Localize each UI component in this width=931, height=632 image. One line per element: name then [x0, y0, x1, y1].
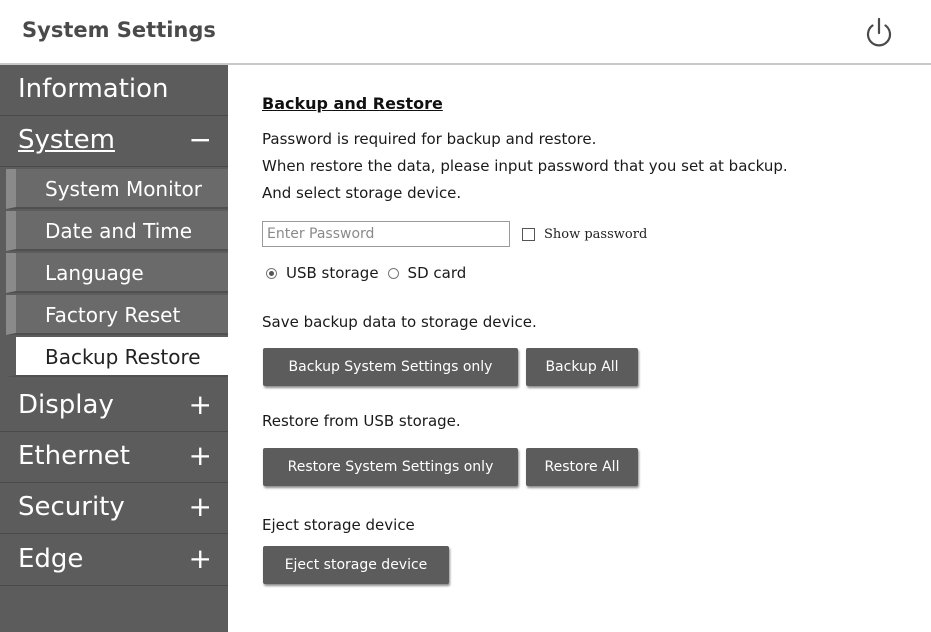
sd-card-label: SD card: [407, 264, 467, 282]
backup-all-button[interactable]: Backup All: [526, 348, 638, 386]
expand-icon: +: [188, 388, 212, 421]
description-line-2: When restore the data, please input pass…: [262, 157, 788, 175]
sd-card-radio[interactable]: SD card: [387, 264, 467, 282]
save-backup-label: Save backup data to storage device.: [262, 313, 537, 331]
usb-storage-label: USB storage: [286, 264, 379, 282]
power-icon[interactable]: [861, 16, 897, 52]
sidebar-item-security[interactable]: Security +: [0, 483, 228, 534]
sidebar-item-ethernet[interactable]: Ethernet +: [0, 432, 228, 483]
show-password-checkbox[interactable]: [522, 228, 535, 241]
sidebar-subitem-system-monitor[interactable]: System Monitor: [6, 169, 228, 209]
sidebar-item-system[interactable]: System −: [0, 116, 228, 167]
sidebar-subitem-language[interactable]: Language: [6, 253, 228, 293]
show-password-label: Show password: [544, 227, 648, 242]
sidebar-subitem-date-and-time[interactable]: Date and Time: [6, 211, 228, 251]
eject-storage-button[interactable]: Eject storage device: [263, 546, 449, 584]
section-title: Backup and Restore: [262, 94, 443, 113]
radio-checked-icon: [266, 267, 277, 279]
page-title: System Settings: [22, 18, 216, 42]
sidebar-item-edge[interactable]: Edge +: [0, 535, 228, 586]
restore-system-settings-button[interactable]: Restore System Settings only: [263, 448, 518, 486]
expand-icon: +: [188, 439, 212, 472]
expand-icon: +: [188, 542, 212, 575]
description-line-1: Password is required for backup and rest…: [262, 130, 597, 148]
sidebar-item-information[interactable]: Information: [0, 65, 228, 116]
sidebar-subitem-label: Date and Time: [45, 219, 193, 243]
sidebar-subitem-label: Language: [45, 261, 144, 285]
app-header: System Settings: [0, 0, 931, 65]
radio-unchecked-icon: [387, 267, 399, 279]
sidebar-item-display[interactable]: Display +: [0, 381, 228, 432]
sidebar-item-label: System: [18, 125, 115, 155]
show-password-toggle[interactable]: Show password: [522, 227, 647, 242]
description-line-3: And select storage device.: [262, 184, 462, 202]
sidebar-item-label: Ethernet: [18, 441, 130, 471]
collapse-icon: −: [188, 123, 212, 156]
storage-selector: USB storage SD card: [266, 264, 466, 282]
expand-icon: +: [188, 490, 212, 523]
sidebar-item-label: Display: [18, 390, 114, 420]
eject-label: Eject storage device: [262, 516, 415, 534]
sidebar-subitem-backup-restore[interactable]: Backup Restore: [6, 337, 228, 377]
sidebar-subitem-factory-reset[interactable]: Factory Reset: [6, 295, 228, 335]
sidebar-subitem-label: System Monitor: [45, 177, 202, 201]
sidebar-item-label: Edge: [18, 544, 84, 574]
usb-storage-radio[interactable]: USB storage: [266, 264, 379, 282]
restore-all-button[interactable]: Restore All: [526, 448, 638, 486]
sidebar-subitem-label: Backup Restore: [45, 345, 201, 369]
sidebar-item-label: Information: [18, 74, 169, 104]
password-input[interactable]: [262, 221, 510, 247]
sidebar-item-label: Security: [18, 492, 125, 522]
backup-system-settings-button[interactable]: Backup System Settings only: [263, 348, 518, 386]
restore-label: Restore from USB storage.: [262, 412, 461, 430]
sidebar-subitem-label: Factory Reset: [45, 303, 181, 327]
